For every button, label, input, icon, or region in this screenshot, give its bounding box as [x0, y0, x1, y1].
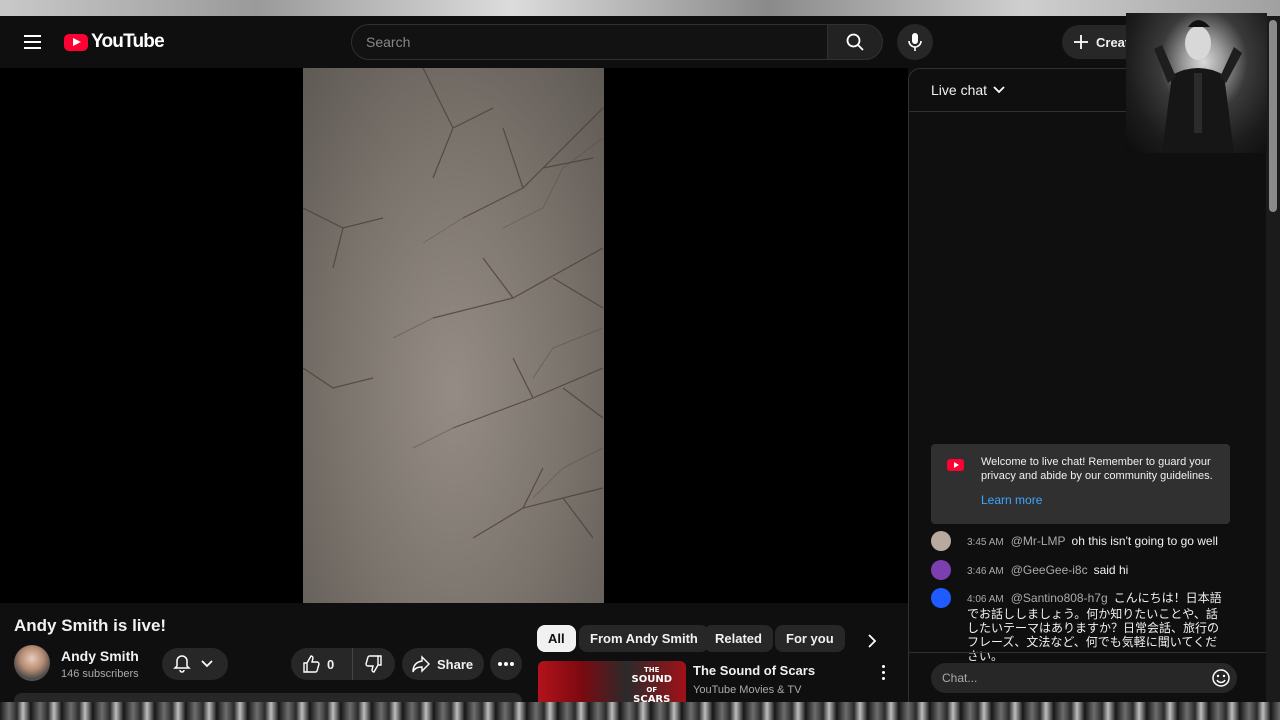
chip-related[interactable]: Related	[704, 625, 773, 652]
live-chat-panel: Live chat Welcome to live chat! Remember…	[908, 68, 1267, 705]
welcome-banner: Welcome to live chat! Remember to guard …	[931, 444, 1230, 524]
kebab-dot	[881, 676, 885, 680]
thumbs-up-icon	[303, 655, 320, 673]
bell-icon	[173, 655, 191, 673]
welcome-text: Welcome to live chat! Remember to guard …	[981, 456, 1213, 482]
message-author[interactable]: @GeeGee-i8c	[1011, 563, 1088, 577]
more-actions-button[interactable]	[490, 648, 522, 680]
share-label: Share	[437, 656, 474, 672]
chat-input[interactable]	[931, 663, 1201, 693]
recommendation-menu-button[interactable]	[874, 662, 892, 682]
search-icon	[846, 33, 864, 51]
chat-input-area	[909, 652, 1267, 705]
notification-bell-button[interactable]	[162, 648, 228, 680]
like-button[interactable]: 0	[291, 648, 353, 680]
plus-icon	[1074, 35, 1088, 49]
message-text: said hi	[1093, 563, 1129, 577]
author-avatar[interactable]	[931, 588, 951, 608]
message-author[interactable]: @Mr-LMP	[1011, 534, 1066, 548]
message-time: 4:06 AM	[967, 594, 1004, 605]
learn-more-link[interactable]: Learn more	[981, 493, 1042, 507]
chip-for-you[interactable]: For you	[775, 625, 845, 652]
message-body: 3:45 AM @Mr-LMP oh this isn't going to go …	[967, 534, 1229, 550]
like-count: 0	[327, 656, 335, 672]
message-time: 3:45 AM	[967, 537, 1004, 548]
more-horizontal-icon	[498, 662, 514, 666]
recommendation-thumbnail[interactable]: THE SOUND OF SCARS	[538, 661, 686, 703]
thumbnail-title-art: THE SOUND OF SCARS	[632, 665, 673, 703]
menu-icon-line	[23, 35, 41, 37]
kebab-dot	[881, 670, 885, 674]
channel-name[interactable]: Andy Smith	[61, 648, 139, 664]
message-text: oh this isn't going to go well	[1071, 534, 1218, 548]
youtube-icon	[947, 459, 964, 471]
chip-all[interactable]: All	[537, 625, 576, 652]
menu-icon-line	[23, 47, 41, 49]
message-author[interactable]: @Santino808-h7g	[1011, 591, 1108, 605]
emoji-icon	[1212, 669, 1230, 687]
channel-avatar[interactable]	[14, 645, 50, 681]
dislike-button[interactable]	[353, 648, 395, 680]
youtube-play-icon	[64, 33, 88, 51]
author-avatar[interactable]	[931, 560, 951, 580]
guide-menu-button[interactable]	[18, 28, 46, 56]
video-frame[interactable]	[303, 68, 604, 603]
message-time: 3:46 AM	[967, 566, 1004, 577]
recommendation-title[interactable]: The Sound of Scars	[693, 663, 815, 678]
search-button[interactable]	[827, 24, 883, 60]
search-box	[351, 24, 828, 60]
share-icon	[412, 655, 430, 673]
microphone-icon	[908, 33, 922, 51]
masthead: YouTube Create	[0, 16, 1266, 68]
background-frame-bottom	[0, 702, 1280, 720]
menu-icon-line	[23, 41, 41, 43]
recommendation-channel: YouTube Movies & TV	[693, 684, 802, 696]
message-body: 3:46 AM @GeeGee-i8c said hi	[967, 563, 1229, 579]
thumbnail-text-line: SOUND	[631, 674, 673, 685]
chips-next-button[interactable]	[861, 630, 883, 652]
scrollbar-thumb[interactable]	[1269, 20, 1277, 212]
picture-in-picture-video[interactable]	[1126, 13, 1267, 153]
video-title: Andy Smith is live!	[14, 616, 167, 635]
person-silhouette-image	[1154, 20, 1242, 153]
like-dislike-group: 0	[291, 648, 395, 680]
video-player[interactable]	[0, 68, 908, 603]
chevron-down-icon	[993, 86, 1005, 94]
voice-search-button[interactable]	[897, 24, 933, 60]
chat-input-box	[931, 663, 1237, 693]
emoji-button[interactable]	[1210, 667, 1232, 689]
bare-trees-image	[303, 68, 604, 539]
chat-title: Live chat	[931, 82, 988, 98]
logo-text: YouTube	[91, 31, 165, 52]
chip-from-andy-smith[interactable]: From Andy Smith	[579, 625, 709, 652]
kebab-dot	[881, 664, 885, 668]
share-button[interactable]: Share	[402, 648, 484, 680]
chevron-right-icon	[868, 634, 877, 648]
thumbs-down-icon	[365, 655, 382, 673]
search-input[interactable]	[352, 25, 827, 59]
subscriber-count: 146 subscribers	[61, 668, 139, 680]
chat-mode-selector[interactable]: Live chat	[931, 82, 1006, 98]
page-scrollbar[interactable]	[1266, 16, 1280, 704]
youtube-logo[interactable]: YouTube	[64, 31, 165, 53]
background-frame-top	[0, 0, 1280, 16]
chevron-down-icon	[201, 660, 213, 668]
author-avatar[interactable]	[931, 531, 951, 551]
